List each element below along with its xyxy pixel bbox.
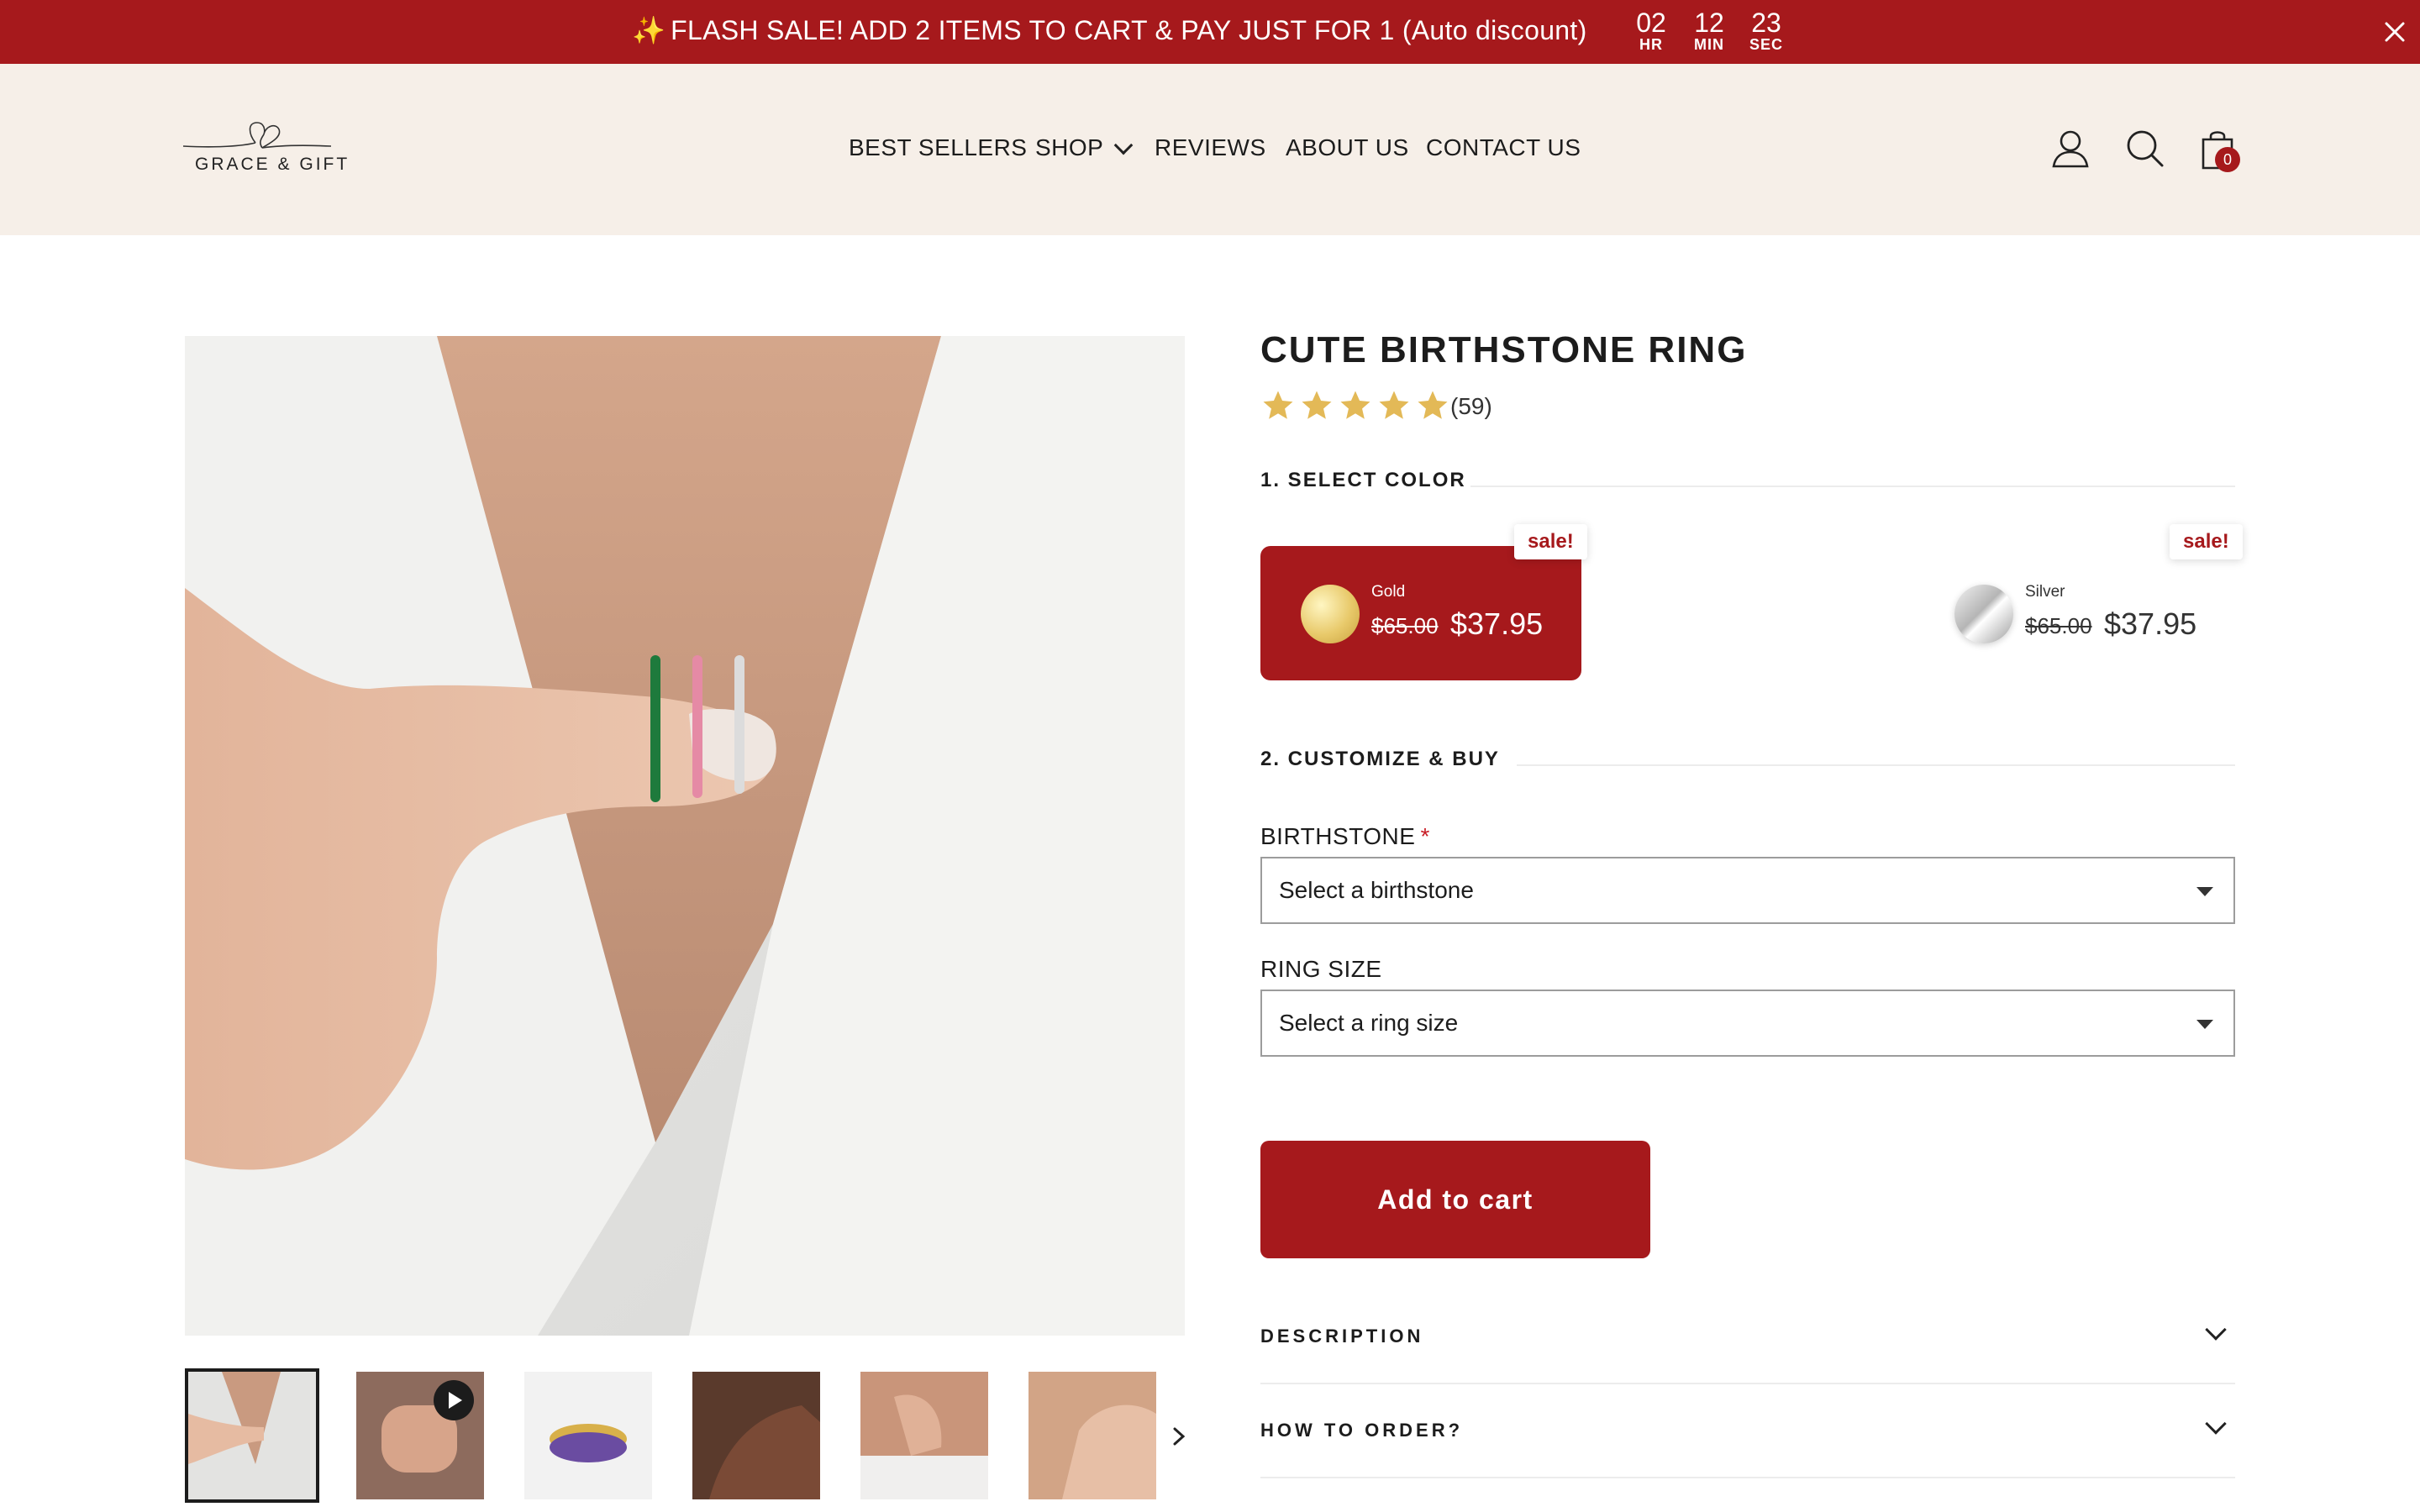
thumbnail[interactable]	[692, 1372, 820, 1499]
birthstone-select[interactable]: Select a birthstone	[1260, 857, 2235, 924]
old-price: $65.00	[1371, 613, 1439, 638]
product-title: CUTE BIRTHSTONE RING	[1260, 329, 1748, 370]
accordion-label: HOW TO ORDER?	[1260, 1420, 1464, 1441]
nav-contact-us[interactable]: CONTACT US	[1426, 134, 1581, 161]
nav-about-us[interactable]: ABOUT US	[1286, 134, 1409, 161]
logo-text: GRACE & GIFT	[195, 155, 350, 174]
nav-reviews[interactable]: REVIEWS	[1155, 134, 1266, 161]
accordion-label: DESCRIPTION	[1260, 1326, 1424, 1347]
old-price: $65.00	[2025, 613, 2092, 638]
step-select-color: 1. SELECT COLOR	[1260, 469, 1466, 491]
ring-size-label: RING SIZE	[1260, 956, 1382, 982]
thumbnail-image	[860, 1372, 988, 1499]
star-icon	[1418, 391, 1448, 419]
star-icon	[1302, 391, 1332, 419]
silver-swatch-icon	[1954, 585, 2013, 643]
timer-value: 12	[1694, 8, 1724, 38]
timer-hours: 02 HR	[1626, 8, 1676, 52]
chevron-down-icon	[2205, 1319, 2227, 1341]
accordion-description[interactable]: DESCRIPTION	[1260, 1292, 2235, 1384]
star-icon	[1340, 391, 1370, 419]
sparkle-icon: ✨	[632, 15, 666, 45]
announcement-message: ✨ FLASH SALE! ADD 2 ITEMS TO CART & PAY J…	[632, 14, 1587, 46]
section-divider	[1470, 486, 2235, 487]
color-option-gold[interactable]: Gold $65.00 $37.95	[1260, 546, 1581, 680]
thumbnail[interactable]	[524, 1372, 652, 1499]
thumbnail-video[interactable]	[356, 1372, 484, 1499]
sale-price: $37.95	[2104, 606, 2197, 641]
birthstone-select-value: Select a birthstone	[1279, 877, 1474, 903]
color-name: Silver	[2025, 583, 2065, 601]
user-icon[interactable]	[2050, 128, 2091, 171]
thumbnail[interactable]	[185, 1368, 319, 1503]
gold-swatch-icon	[1301, 585, 1360, 643]
required-mark: *	[1420, 823, 1430, 849]
timer-seconds: 23 SEC	[1741, 8, 1791, 52]
cart-count-badge: 0	[2215, 147, 2240, 172]
timer-unit: MIN	[1694, 36, 1724, 53]
timer-value: 02	[1636, 8, 1666, 38]
star-icon	[1379, 391, 1409, 419]
thumbnail[interactable]	[860, 1372, 988, 1499]
thumbnail-image	[692, 1372, 820, 1499]
chevron-down-icon	[2205, 1413, 2227, 1435]
timer-minutes: 12 MIN	[1684, 8, 1734, 52]
add-to-cart-button[interactable]: Add to cart	[1260, 1141, 1650, 1258]
step-customize: 2. CUSTOMIZE & BUY	[1260, 748, 1500, 770]
thumbnail-image	[1028, 1372, 1156, 1499]
nav-best-sellers[interactable]: BEST SELLERS	[849, 134, 1027, 161]
caret-down-icon	[2196, 887, 2213, 896]
timer-value: 23	[1751, 8, 1781, 38]
ring-size-select[interactable]: Select a ring size	[1260, 990, 2235, 1057]
chevron-right-icon[interactable]	[1166, 1424, 1192, 1449]
thumbnail-image	[524, 1372, 652, 1499]
chevron-down-icon	[1114, 135, 1134, 155]
search-icon[interactable]	[2124, 128, 2165, 171]
timer-unit: HR	[1639, 36, 1663, 53]
star-icon	[1263, 391, 1293, 419]
color-name: Gold	[1371, 583, 1406, 601]
thumbnail[interactable]	[1028, 1372, 1156, 1499]
birthstone-label: BIRTHSTONE *	[1260, 823, 1430, 850]
product-photo	[185, 336, 1185, 1336]
thumbnail-image	[356, 1372, 484, 1499]
sale-badge: sale!	[2170, 524, 2243, 559]
ring-size-select-value: Select a ring size	[1279, 1010, 1459, 1036]
rating-stars[interactable]	[1260, 388, 1450, 423]
product-main-image[interactable]	[185, 336, 1185, 1336]
accordion-how-to-order[interactable]: HOW TO ORDER?	[1260, 1386, 2235, 1478]
nav-shop-label: SHOP	[1035, 134, 1104, 160]
review-count[interactable]: (59)	[1450, 393, 1492, 420]
announcement-text: FLASH SALE! ADD 2 ITEMS TO CART & PAY JU…	[671, 15, 1587, 45]
section-divider	[1517, 764, 2235, 766]
birthstone-label-text: BIRTHSTONE	[1260, 823, 1416, 849]
thumbnail-image	[188, 1372, 316, 1499]
announcement-bar: ✨ FLASH SALE! ADD 2 ITEMS TO CART & PAY J…	[0, 0, 2420, 64]
color-option-silver[interactable]: Silver $65.00 $37.95	[1914, 546, 2235, 680]
nav-shop[interactable]: SHOP	[1035, 134, 1134, 161]
heart-logo-icon	[182, 122, 332, 149]
site-header: GRACE & GIFT BEST SELLERS SHOP REVIEWS A…	[0, 64, 2420, 235]
sale-badge: sale!	[1514, 524, 1587, 559]
logo[interactable]: GRACE & GIFT	[182, 116, 347, 183]
close-icon[interactable]	[2380, 17, 2410, 47]
sale-price: $37.95	[1450, 606, 1544, 641]
caret-down-icon	[2196, 1020, 2213, 1029]
timer-unit: SEC	[1749, 36, 1783, 53]
